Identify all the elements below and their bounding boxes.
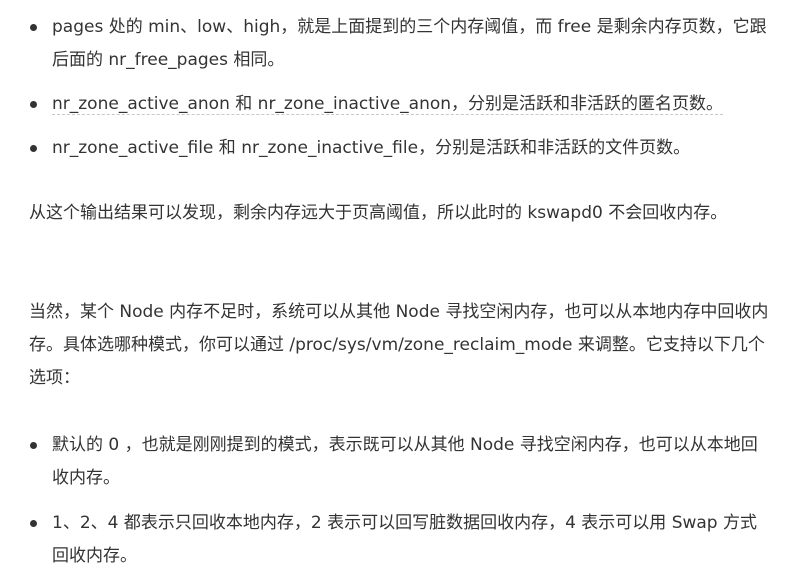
zone-stats-bullet-list: pages 处的 min、low、high，就是上面提到的三个内存阈值，而 fr… <box>0 11 787 165</box>
list-item-text: 1、2、4 都表示只回收本地内存，2 表示可以回写脏数据回收内存，4 表示可以用… <box>52 513 758 566</box>
list-item: 默认的 0 ，也就是刚刚提到的模式，表示既可以从其他 Node 寻找空闲内存，也… <box>0 429 787 495</box>
bullet-dot-icon <box>30 24 37 31</box>
list-item-text: nr_zone_active_anon 和 nr_zone_inactive_a… <box>52 94 724 115</box>
list-item: nr_zone_active_anon 和 nr_zone_inactive_a… <box>0 88 787 121</box>
paragraph-kswapd-conclusion: 从这个输出结果可以发现，剩余内存远大于页高阈值，所以此时的 kswapd0 不会… <box>29 203 728 223</box>
list-item-text: 默认的 0 ，也就是刚刚提到的模式，表示既可以从其他 Node 寻找空闲内存，也… <box>52 435 758 488</box>
list-item: 1、2、4 都表示只回收本地内存，2 表示可以回写脏数据回收内存，4 表示可以用… <box>0 507 787 573</box>
paragraph-zone-reclaim-mode: 当然，某个 Node 内存不足时，系统可以从其他 Node 寻找空闲内存，也可以… <box>29 302 769 388</box>
bullet-dot-icon <box>30 101 37 108</box>
bullet-dot-icon <box>30 145 37 152</box>
list-item: nr_zone_active_file 和 nr_zone_inactive_f… <box>0 132 787 165</box>
bullet-dot-icon <box>30 442 37 449</box>
list-item-text: nr_zone_active_file 和 nr_zone_inactive_f… <box>52 138 691 158</box>
reclaim-options-bullet-list: 默认的 0 ，也就是刚刚提到的模式，表示既可以从其他 Node 寻找空闲内存，也… <box>0 429 787 573</box>
bullet-dot-icon <box>30 520 37 527</box>
list-item-text: pages 处的 min、low、high，就是上面提到的三个内存阈值，而 fr… <box>52 17 767 70</box>
list-item: pages 处的 min、low、high，就是上面提到的三个内存阈值，而 fr… <box>0 11 787 77</box>
